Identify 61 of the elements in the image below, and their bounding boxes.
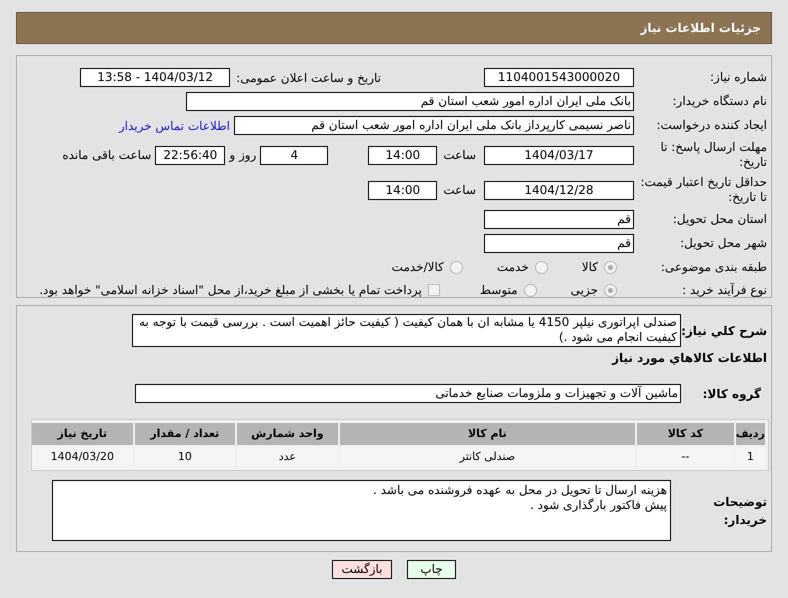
column-header: تعداد / مقدار bbox=[134, 423, 236, 445]
checkbox[interactable] bbox=[428, 284, 440, 296]
field-label: شماره نیاز: bbox=[709, 70, 768, 85]
field-label: گروه کالا: bbox=[702, 386, 762, 402]
contact-link[interactable]: اطلاعات تماس خریدار bbox=[118, 116, 230, 134]
column-header: تاریخ نیاز bbox=[32, 423, 133, 445]
field-label: جزیی bbox=[570, 282, 598, 299]
field-label: نوع فرآیند خرید : bbox=[681, 282, 768, 298]
input-field[interactable]: ماشین آلات و تجهیزات و ملزومات صنایع خدماتی bbox=[135, 384, 681, 403]
field-label: کالا bbox=[582, 259, 598, 276]
table-cell: -- bbox=[637, 447, 734, 467]
input-field[interactable]: 1104001543000020 bbox=[484, 68, 634, 87]
field-label: کالا/خدمت bbox=[392, 259, 444, 276]
table-cell: عدد bbox=[237, 447, 338, 467]
input-field[interactable]: ناصر نسیمی کارپرداز بانک ملی ایران اداره امور شعب استان قم bbox=[234, 116, 634, 135]
description-field[interactable]: صندلی اپراتوری نیلپر 4150 یا مشابه ان با همان کیفیت ( کیفیت حائز اهمیت است . بررسی قیمت با توجه به کیفیت انجام می شود .) bbox=[132, 314, 681, 347]
field-label: متوسط bbox=[480, 282, 518, 299]
column-header: نام کالا bbox=[340, 423, 636, 445]
table-cell: 1404/03/20 bbox=[32, 447, 133, 467]
input-field[interactable]: 14:00 bbox=[368, 146, 438, 164]
radio-button[interactable] bbox=[450, 260, 463, 274]
field-label: توضیحات خریدار: bbox=[712, 494, 768, 528]
field-label: خدمت bbox=[496, 259, 529, 276]
field-label: روز و bbox=[229, 147, 256, 164]
field-label: ساعت باقی مانده bbox=[62, 147, 152, 164]
field-label: ساعت bbox=[443, 182, 476, 199]
input-field[interactable]: 1404/03/17 bbox=[484, 146, 634, 164]
notes-field[interactable]: هزینه ارسال تا تحویل در محل به عهده فروشنده می باشد . پیش فاکتور بارگذاری شود . bbox=[52, 480, 671, 541]
field-label: استان محل تحویل: bbox=[672, 212, 768, 227]
field-label: حداقل تاریخ اعتبار قیمت: تا تاریخ: bbox=[639, 175, 768, 205]
column-header: کد کالا bbox=[637, 423, 734, 445]
radio-button[interactable] bbox=[604, 284, 617, 296]
column-header: ردیف bbox=[736, 423, 765, 445]
field-label: شهر محل تحویل: bbox=[679, 236, 768, 251]
table-cell: 1 bbox=[736, 447, 765, 467]
field-label: نام دستگاه خریدار: bbox=[672, 94, 768, 109]
input-field[interactable]: قم bbox=[484, 210, 634, 229]
field-label: پرداخت تمام یا بخشی از مبلغ خرید،از محل "اسناد خزانه اسلامی" خواهد بود. bbox=[39, 282, 422, 299]
back-button[interactable]: بازگشت bbox=[332, 560, 392, 579]
section-heading: اطلاعات کالاهاي مورد نياز bbox=[612, 350, 768, 367]
field-label: ایجاد کننده درخواست: bbox=[655, 118, 768, 133]
input-field[interactable]: بانک ملی ایران اداره امور شعب استان قم bbox=[186, 92, 634, 111]
radio-button[interactable] bbox=[534, 260, 548, 274]
column-header: واحد شمارش bbox=[237, 423, 338, 445]
field-label: طبقه بندی موضوعی: bbox=[660, 260, 768, 274]
input-field[interactable]: 14:00 bbox=[368, 180, 438, 200]
table-cell: صندلی کانتر bbox=[340, 447, 636, 467]
radio-button[interactable] bbox=[524, 284, 537, 296]
table-cell: 10 bbox=[134, 447, 236, 467]
field-label: شرح کلي نياز: bbox=[681, 323, 768, 340]
input-field[interactable]: 1404/03/12 - 13:58 bbox=[80, 68, 230, 87]
input-field[interactable]: 22:56:40 bbox=[155, 146, 226, 164]
input-field[interactable]: 4 bbox=[260, 146, 328, 164]
field-label: ساعت bbox=[443, 147, 476, 164]
page-title: جزئیات اطلاعات نیاز bbox=[640, 20, 761, 37]
input-field[interactable]: قم bbox=[484, 234, 634, 253]
radio-button[interactable] bbox=[604, 260, 617, 274]
field-label: مهلت ارسال پاسخ: تا تاریخ: bbox=[659, 140, 768, 170]
field-label: تاریخ و ساعت اعلان عمومی: bbox=[236, 70, 381, 86]
print-button[interactable]: چاپ bbox=[407, 560, 456, 579]
input-field[interactable]: 1404/12/28 bbox=[484, 180, 634, 200]
